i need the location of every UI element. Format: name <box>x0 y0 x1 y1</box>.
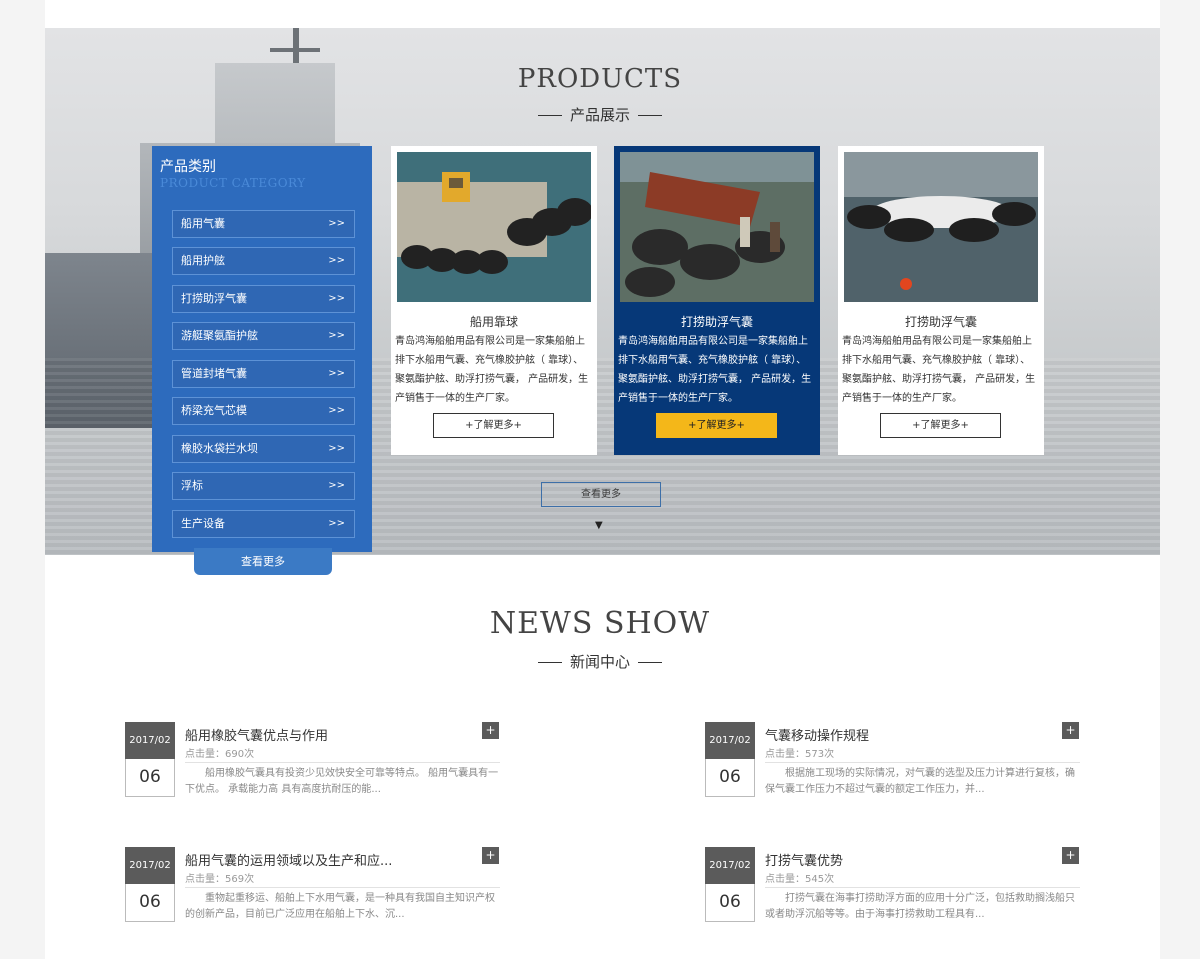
category-title: 产品类别 <box>160 159 216 175</box>
news-divider <box>765 887 1080 888</box>
news-item: 2017/02 06 船用气囊的运用领域以及生产和应... 点击量：569次 重… <box>125 847 500 927</box>
category-item-pipe-plug-airbag[interactable]: 管道封堵气囊 >> <box>172 360 355 388</box>
category-item-marine-fender[interactable]: 船用护舷 >> <box>172 247 355 275</box>
category-item-yacht-fender[interactable]: 游艇聚氨酯护舷 >> <box>172 322 355 350</box>
category-title-en: PRODUCT CATEGORY <box>160 176 306 190</box>
news-divider <box>765 762 1080 763</box>
news-subtitle: 新闻中心 <box>0 651 1200 672</box>
news-summary: 根据施工现场的实际情况，对气囊的选型及压力计算进行复核，确保气囊工作压力不超过气… <box>765 768 1075 795</box>
category-item-bridge-core-mold[interactable]: 桥梁充气芯模 >> <box>172 397 355 425</box>
dash-right <box>638 662 662 663</box>
category-item-marine-airbag[interactable]: 船用气囊 >> <box>172 210 355 238</box>
news-hits: 点击量：690次 <box>185 749 255 760</box>
double-chevron-right-icon: >> <box>328 443 345 454</box>
product-description: 青岛鸿海船舶用品有限公司是一家集船舶上排下水船用气囊、充气橡胶护舷（ 靠球）、聚… <box>618 336 812 404</box>
category-item-label: 船用护舷 <box>181 254 225 267</box>
dash-left <box>537 115 562 116</box>
double-chevron-right-icon: >> <box>328 330 345 341</box>
double-chevron-right-icon: >> <box>328 293 345 304</box>
product-image-salvage-pontoon[interactable] <box>844 152 1038 302</box>
news-date-day: 06 <box>705 884 755 922</box>
plus-icon[interactable]: + <box>1062 722 1079 739</box>
news-hits: 点击量：573次 <box>765 749 835 760</box>
category-item-label: 浮标 <box>181 479 203 492</box>
news-date-month: 2017/02 <box>125 722 175 759</box>
dash-left <box>537 662 562 663</box>
news-hits: 点击量：569次 <box>185 874 255 885</box>
double-chevron-right-icon: >> <box>328 480 345 491</box>
products-more-button[interactable]: 查看更多 <box>541 482 661 507</box>
products-title: PRODUCTS <box>517 64 683 94</box>
product-card[interactable]: 打捞助浮气囊 青岛鸿海船舶用品有限公司是一家集船舶上排下水船用气囊、充气橡胶护舷… <box>838 146 1044 455</box>
plus-icon[interactable]: + <box>482 722 499 739</box>
category-item-label: 生产设备 <box>181 517 225 530</box>
plus-icon[interactable]: + <box>482 847 499 864</box>
news-item: 2017/02 06 船用橡胶气囊优点与作用 点击量：690次 船用橡胶气囊具有… <box>125 722 500 802</box>
category-item-label: 船用气囊 <box>181 217 225 230</box>
news-hits: 点击量：545次 <box>765 874 835 885</box>
ship-mast-arm-image <box>270 48 320 52</box>
product-category-panel: 产品类别 PRODUCT CATEGORY 船用气囊 >> 船用护舷 >> 打捞助浮… <box>152 146 372 552</box>
learn-more-button[interactable]: +了解更多+ <box>880 413 1001 438</box>
product-image-salvage-boat[interactable] <box>620 152 814 302</box>
product-card[interactable]: 船用靠球 青岛鸿海船舶用品有限公司是一家集船舶上排下水船用气囊、充气橡胶护舷（ … <box>391 146 597 455</box>
double-chevron-right-icon: >> <box>328 518 345 529</box>
news-date-day: 06 <box>125 884 175 922</box>
learn-more-button[interactable]: +了解更多+ <box>433 413 554 438</box>
news-date-month: 2017/02 <box>705 722 755 759</box>
category-item-buoy[interactable]: 浮标 >> <box>172 472 355 500</box>
news-title-link[interactable]: 气囊移动操作规程 <box>765 725 869 744</box>
category-item-equipment[interactable]: 生产设备 >> <box>172 510 355 538</box>
news-title: NEWS SHOW <box>489 606 711 641</box>
news-summary: 打捞气囊在海事打捞助浮方面的应用十分广泛，包括救助搁浅船只或者助浮沉船等等。由于… <box>765 893 1075 920</box>
learn-more-button[interactable]: +了解更多+ <box>656 413 777 438</box>
product-name[interactable]: 船用靠球 <box>391 313 597 330</box>
news-title-link[interactable]: 船用气囊的运用领域以及生产和应... <box>185 850 392 869</box>
news-title-link[interactable]: 打捞气囊优势 <box>765 850 843 869</box>
down-arrow-icon[interactable]: ▼ <box>595 520 603 531</box>
news-date-day: 06 <box>705 759 755 797</box>
double-chevron-right-icon: >> <box>328 368 345 379</box>
plus-icon[interactable]: + <box>1062 847 1079 864</box>
double-chevron-right-icon: >> <box>328 405 345 416</box>
product-name[interactable]: 打捞助浮气囊 <box>614 313 820 330</box>
product-name[interactable]: 打捞助浮气囊 <box>838 313 1044 330</box>
double-chevron-right-icon: >> <box>328 218 345 229</box>
news-date-day: 06 <box>125 759 175 797</box>
news-date-month: 2017/02 <box>705 847 755 884</box>
news-item: 2017/02 06 打捞气囊优势 点击量：545次 打捞气囊在海事打捞助浮方面… <box>705 847 1080 927</box>
category-more-button[interactable]: 查看更多 <box>194 548 332 575</box>
news-item: 2017/02 06 气囊移动操作规程 点击量：573次 根据施工现场的实际情况… <box>705 722 1080 802</box>
dash-right <box>638 115 662 116</box>
news-date-month: 2017/02 <box>125 847 175 884</box>
category-item-label: 管道封堵气囊 <box>181 367 247 380</box>
product-description: 青岛鸿海船舶用品有限公司是一家集船舶上排下水船用气囊、充气橡胶护舷（ 靠球）、聚… <box>842 336 1036 404</box>
category-item-label: 游艇聚氨酯护舷 <box>181 329 258 342</box>
news-title-link[interactable]: 船用橡胶气囊优点与作用 <box>185 725 328 744</box>
products-subtitle-text: 产品展示 <box>569 106 630 124</box>
news-subtitle-text: 新闻中心 <box>569 653 630 671</box>
product-image-fender-dock[interactable] <box>397 152 591 302</box>
category-item-rubber-dam[interactable]: 橡胶水袋拦水坝 >> <box>172 435 355 463</box>
news-divider <box>185 887 500 888</box>
products-subtitle: 产品展示 <box>0 104 1200 125</box>
news-summary: 重物起重移运、船舶上下水用气囊，是一种具有我国自主知识产权的创新产品，目前已广泛… <box>185 893 495 920</box>
news-summary: 船用橡胶气囊具有投资少见效快安全可靠等特点。 船用气囊具有一下优点。 承载能力高… <box>185 768 499 795</box>
category-item-label: 橡胶水袋拦水坝 <box>181 442 258 455</box>
double-chevron-right-icon: >> <box>328 255 345 266</box>
product-description: 青岛鸿海船舶用品有限公司是一家集船舶上排下水船用气囊、充气橡胶护舷（ 靠球）、聚… <box>395 336 589 404</box>
product-card-active[interactable]: 打捞助浮气囊 青岛鸿海船舶用品有限公司是一家集船舶上排下水船用气囊、充气橡胶护舷… <box>614 146 820 455</box>
category-item-label: 打捞助浮气囊 <box>181 292 247 305</box>
category-item-salvage-airbag[interactable]: 打捞助浮气囊 >> <box>172 285 355 313</box>
category-item-label: 桥梁充气芯模 <box>181 404 247 417</box>
news-divider <box>185 762 500 763</box>
